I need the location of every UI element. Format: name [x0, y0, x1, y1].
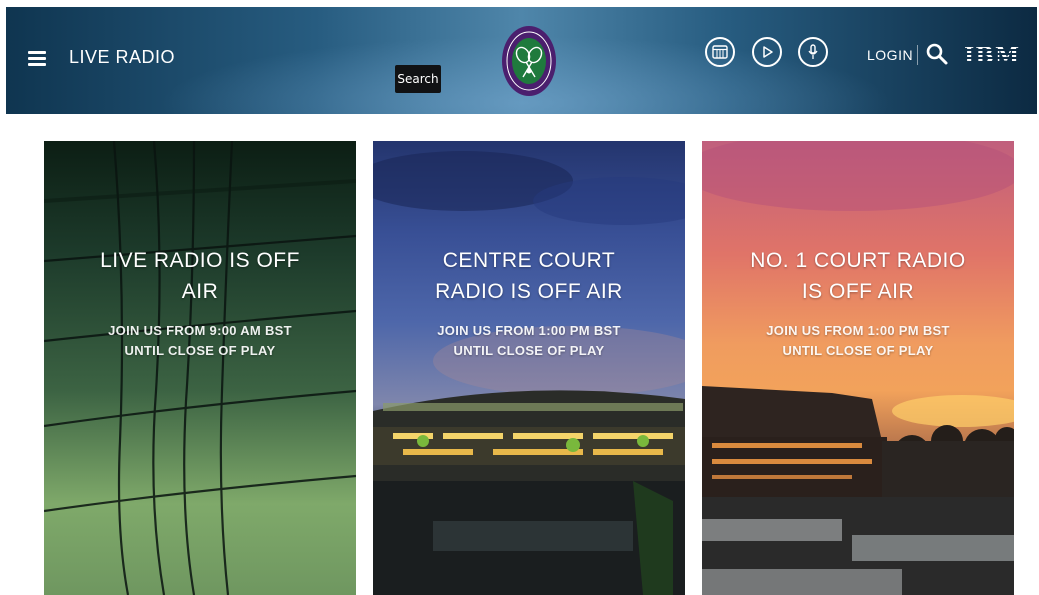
site-header: LIVE RADIO Search LOGIN IBM — [6, 7, 1037, 114]
live-radio-card[interactable]: LIVE RADIO IS OFF AIR JOIN US FROM 9:00 … — [44, 141, 356, 595]
card-title: CENTRE COURT RADIO IS OFF AIR — [435, 249, 623, 303]
search-icon[interactable] — [925, 42, 949, 66]
card-text: NO. 1 COURT RADIO IS OFF AIR JOIN US FRO… — [702, 245, 1014, 361]
search-tooltip: Search — [395, 65, 441, 93]
no1-court-image — [702, 141, 1014, 595]
hamburger-menu-icon[interactable] — [28, 51, 46, 67]
card-text: LIVE RADIO IS OFF AIR JOIN US FROM 9:00 … — [44, 245, 356, 361]
card-title: NO. 1 COURT RADIO IS OFF AIR — [750, 249, 966, 303]
card-subtitle-line1: JOIN US FROM 1:00 PM BST — [766, 323, 950, 338]
no1-court-card[interactable]: NO. 1 COURT RADIO IS OFF AIR JOIN US FRO… — [702, 141, 1014, 595]
card-subtitle: JOIN US FROM 1:00 PM BST UNTIL CLOSE OF … — [373, 321, 685, 361]
ibm-logo[interactable]: IBM — [964, 43, 1020, 69]
card-subtitle: JOIN US FROM 1:00 PM BST UNTIL CLOSE OF … — [702, 321, 1014, 361]
card-text: CENTRE COURT RADIO IS OFF AIR JOIN US FR… — [373, 245, 685, 361]
centre-court-image — [373, 151, 685, 595]
centre-court-card[interactable]: CENTRE COURT RADIO IS OFF AIR JOIN US FR… — [373, 141, 685, 595]
login-link[interactable]: LOGIN — [867, 47, 913, 63]
card-subtitle: JOIN US FROM 9:00 AM BST UNTIL CLOSE OF … — [44, 321, 356, 361]
tennis-net-image — [44, 141, 356, 595]
wimbledon-logo[interactable] — [501, 25, 557, 97]
card-subtitle-line1: JOIN US FROM 9:00 AM BST — [108, 323, 292, 338]
card-title: LIVE RADIO IS OFF AIR — [100, 249, 300, 303]
card-subtitle-line1: JOIN US FROM 1:00 PM BST — [437, 323, 621, 338]
microphone-icon[interactable] — [798, 37, 828, 67]
card-subtitle-line2: UNTIL CLOSE OF PLAY — [124, 343, 276, 358]
card-subtitle-line2: UNTIL CLOSE OF PLAY — [453, 343, 605, 358]
page-title: LIVE RADIO — [69, 47, 176, 67]
schedule-icon[interactable] — [705, 37, 735, 67]
card-subtitle-line2: UNTIL CLOSE OF PLAY — [782, 343, 934, 358]
header-divider — [917, 45, 918, 65]
play-icon[interactable] — [752, 37, 782, 67]
